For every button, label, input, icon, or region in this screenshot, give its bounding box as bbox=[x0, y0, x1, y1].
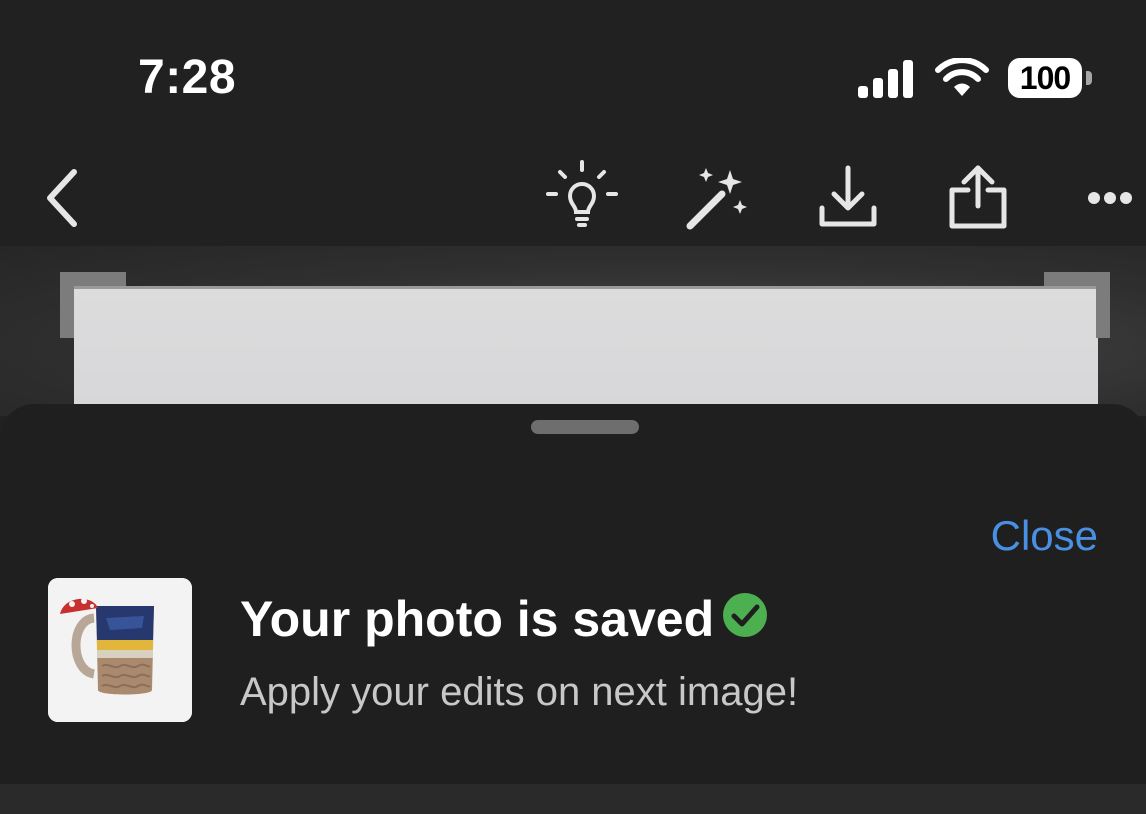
status-time: 7:28 bbox=[138, 51, 237, 104]
more-icon bbox=[1088, 192, 1132, 204]
app-screen: 7:28 100 Close Your photo is saved Apply… bbox=[0, 0, 1146, 814]
sheet-grabber[interactable] bbox=[531, 420, 639, 434]
photo-canvas[interactable] bbox=[0, 246, 1146, 416]
battery-indicator: 100 bbox=[1008, 58, 1094, 100]
lightbulb-icon bbox=[546, 160, 618, 227]
saved-bottom-sheet: Close Your photo is saved Apply your edi… bbox=[0, 404, 1146, 784]
download-button[interactable] bbox=[808, 150, 888, 246]
saved-photo-thumbnail[interactable] bbox=[48, 578, 192, 722]
check-circle-icon bbox=[723, 593, 767, 637]
save-status-title: Your photo is saved bbox=[240, 591, 715, 647]
back-button[interactable] bbox=[22, 150, 102, 246]
crop-handle-top-right[interactable] bbox=[1044, 272, 1110, 338]
mug-thumbnail-image bbox=[48, 578, 192, 722]
share-icon bbox=[949, 165, 1007, 229]
wifi-icon bbox=[935, 58, 989, 96]
editor-toolbar bbox=[0, 150, 1146, 246]
share-button[interactable] bbox=[938, 150, 1018, 246]
battery-level: 100 bbox=[1019, 60, 1071, 96]
auto-enhance-button[interactable] bbox=[542, 150, 622, 246]
more-button[interactable] bbox=[1070, 150, 1146, 246]
bottom-strip bbox=[0, 784, 1146, 814]
status-bar: 7:28 100 bbox=[0, 0, 1146, 140]
cellular-signal-icon bbox=[858, 60, 913, 98]
magic-wand-icon bbox=[686, 168, 747, 230]
battery-tip bbox=[1086, 71, 1092, 85]
back-chevron-icon bbox=[47, 169, 77, 227]
photo-preview bbox=[74, 286, 1098, 416]
magic-wand-button[interactable] bbox=[676, 150, 756, 246]
save-status-subtitle: Apply your edits on next image! bbox=[240, 670, 799, 714]
crop-handle-top-left[interactable] bbox=[60, 272, 126, 338]
download-icon bbox=[819, 165, 877, 227]
close-button[interactable]: Close bbox=[991, 512, 1098, 560]
